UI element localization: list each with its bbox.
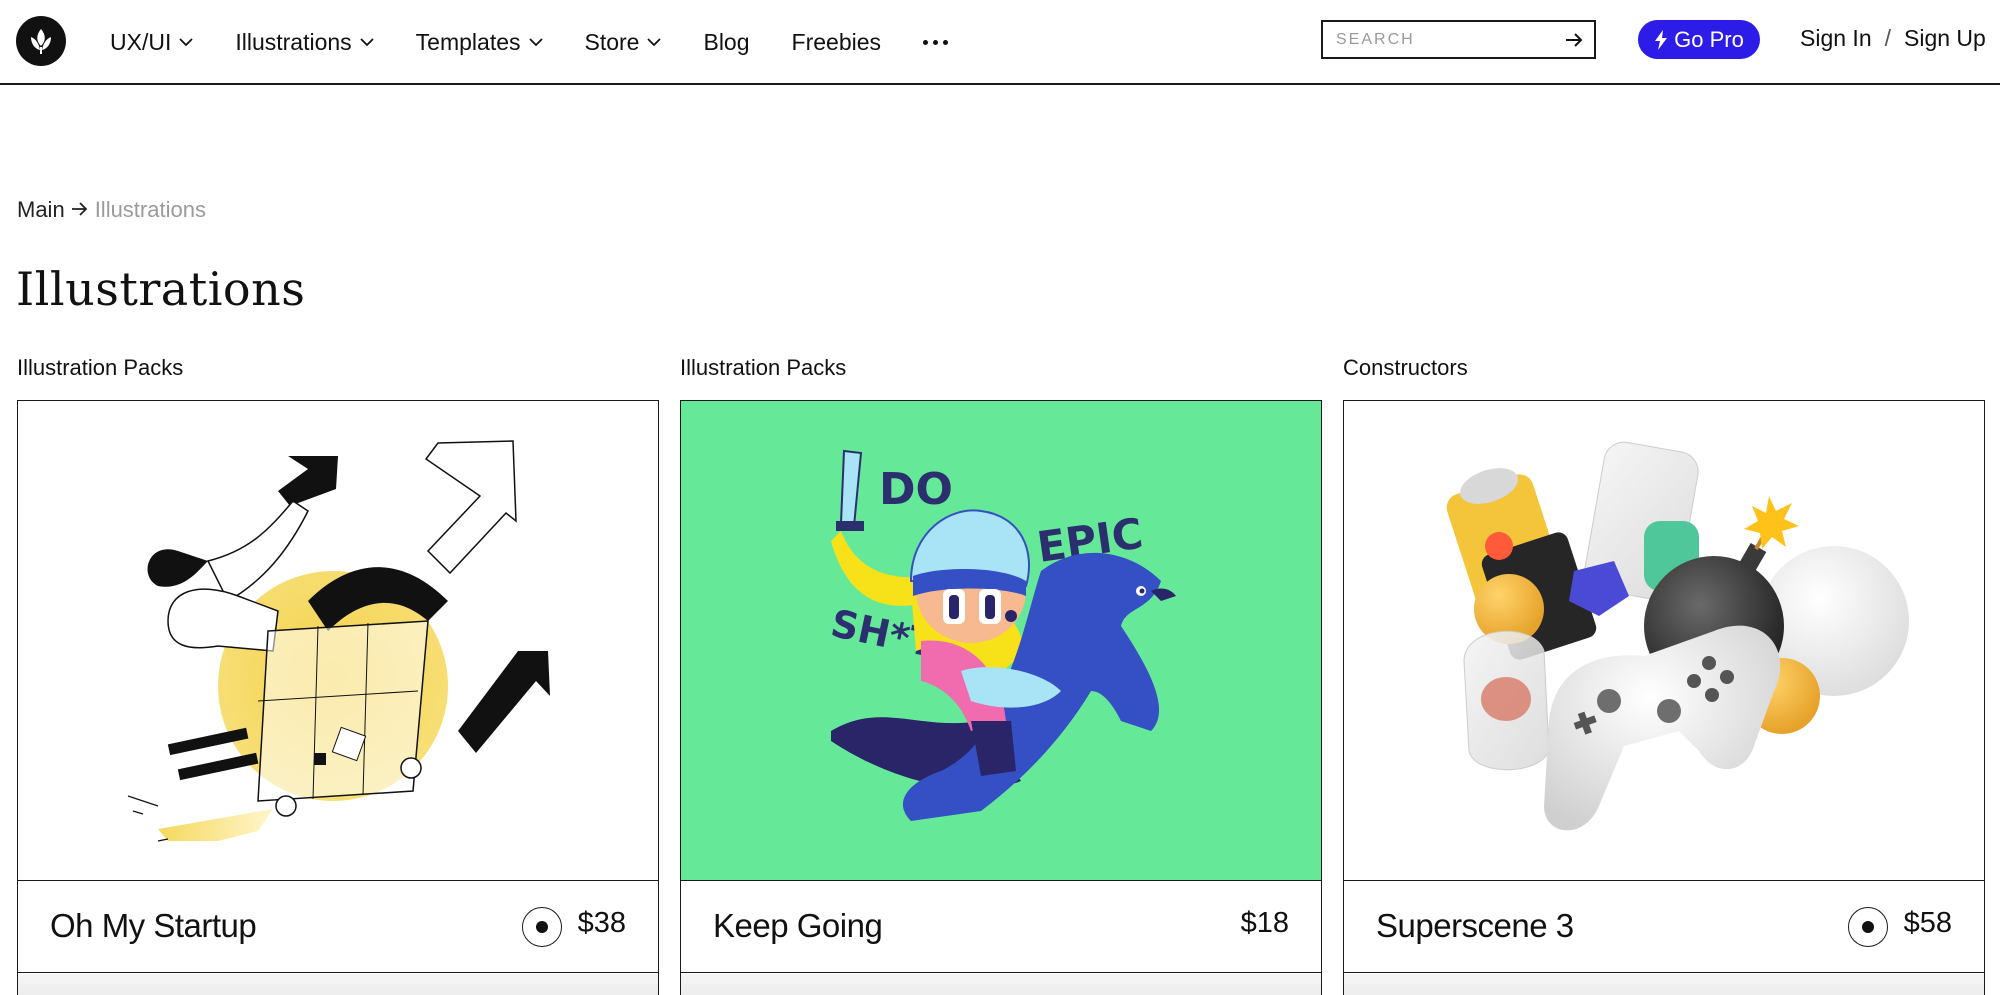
card-image[interactable] — [18, 401, 658, 881]
card-price: $38 — [577, 907, 626, 939]
product-card-superscene-3: Constructors Superscene 3 $58 — [1343, 355, 1985, 995]
next-row-preview — [681, 974, 1321, 995]
breadcrumb-main-link[interactable]: Main — [17, 197, 65, 223]
pro-badge-icon — [1848, 907, 1888, 947]
card-image[interactable]: DO EPIC SH*T — [681, 401, 1321, 881]
sign-up-link[interactable]: Sign Up — [1904, 25, 1986, 52]
card-footer: Superscene 3 $58 — [1344, 881, 1984, 973]
arrow-right-icon[interactable] — [1564, 30, 1584, 50]
nav-label: Store — [584, 28, 640, 55]
auth-separator: / — [1884, 25, 1891, 51]
card-frame[interactable]: DO EPIC SH*T Keep Going $18 — [680, 400, 1322, 995]
nav-templates[interactable]: Templates — [416, 29, 543, 56]
nav-blog[interactable]: Blog — [703, 29, 749, 56]
go-pro-label: Go Pro — [1674, 26, 1744, 52]
card-title[interactable]: Superscene 3 — [1376, 907, 1574, 945]
product-card-oh-my-startup: Illustration Packs Oh My Startup $38 — [17, 355, 659, 995]
next-row-preview — [18, 974, 658, 995]
leaf-logo-icon — [31, 29, 51, 54]
nav-label: Illustrations — [235, 28, 352, 55]
chevron-down-icon — [360, 37, 374, 47]
arrow-right-icon — [71, 197, 89, 223]
chevron-down-icon — [647, 37, 662, 47]
card-footer: Oh My Startup $38 — [18, 881, 658, 973]
logo[interactable] — [16, 16, 66, 66]
startup-illustration — [127, 440, 550, 842]
auth-links: Sign In / Sign Up — [1800, 25, 1986, 52]
ellipsis-icon[interactable] — [923, 32, 949, 52]
card-category[interactable]: Illustration Packs — [680, 355, 1322, 401]
next-row-preview — [1344, 974, 1984, 995]
keep-going-illustration: DO EPIC SH*T — [827, 449, 1176, 821]
search-box — [1321, 20, 1596, 59]
top-navigation-bar: UX/UI Illustrations Templates Store Blog… — [0, 0, 2000, 85]
search-input[interactable] — [1336, 30, 1546, 49]
nav-label: Templates — [415, 28, 521, 55]
go-pro-button[interactable]: Go Pro — [1638, 20, 1760, 59]
nav-freebies[interactable]: Freebies — [792, 29, 881, 56]
superscene-illustration — [1446, 441, 1909, 831]
nav-label: Blog — [703, 28, 750, 55]
card-title[interactable]: Keep Going — [713, 907, 883, 945]
page-title: Illustrations — [16, 262, 306, 316]
nav-illustrations[interactable]: Illustrations — [235, 28, 374, 56]
card-category[interactable]: Illustration Packs — [17, 355, 659, 401]
breadcrumb: Main Illustrations — [17, 197, 206, 223]
product-card-keep-going: Illustration Packs DO EPIC SH*T Keep Goi… — [680, 355, 1322, 995]
card-price: $58 — [1903, 907, 1952, 939]
art-text-do: DO — [879, 464, 953, 515]
lightning-icon — [1655, 29, 1668, 50]
card-price: $18 — [1240, 907, 1289, 939]
nav-ux-ui[interactable]: UX/UI — [110, 29, 193, 56]
nav-label: UX/UI — [110, 28, 172, 55]
card-footer: Keep Going $18 — [681, 881, 1321, 973]
pro-badge-icon — [522, 907, 562, 947]
card-title[interactable]: Oh My Startup — [50, 907, 257, 945]
main-nav: UX/UI Illustrations Templates Store Blog… — [110, 0, 949, 84]
sign-in-link[interactable]: Sign In — [1800, 25, 1872, 52]
breadcrumb-current: Illustrations — [94, 197, 206, 222]
card-frame[interactable]: Superscene 3 $58 — [1343, 400, 1985, 995]
nav-store[interactable]: Store — [585, 29, 662, 56]
chevron-down-icon — [179, 37, 193, 47]
card-category[interactable]: Constructors — [1343, 355, 1985, 401]
card-frame[interactable]: Oh My Startup $38 — [17, 400, 659, 995]
nav-label: Freebies — [791, 28, 882, 55]
card-image[interactable] — [1344, 401, 1984, 881]
chevron-down-icon — [528, 37, 543, 47]
